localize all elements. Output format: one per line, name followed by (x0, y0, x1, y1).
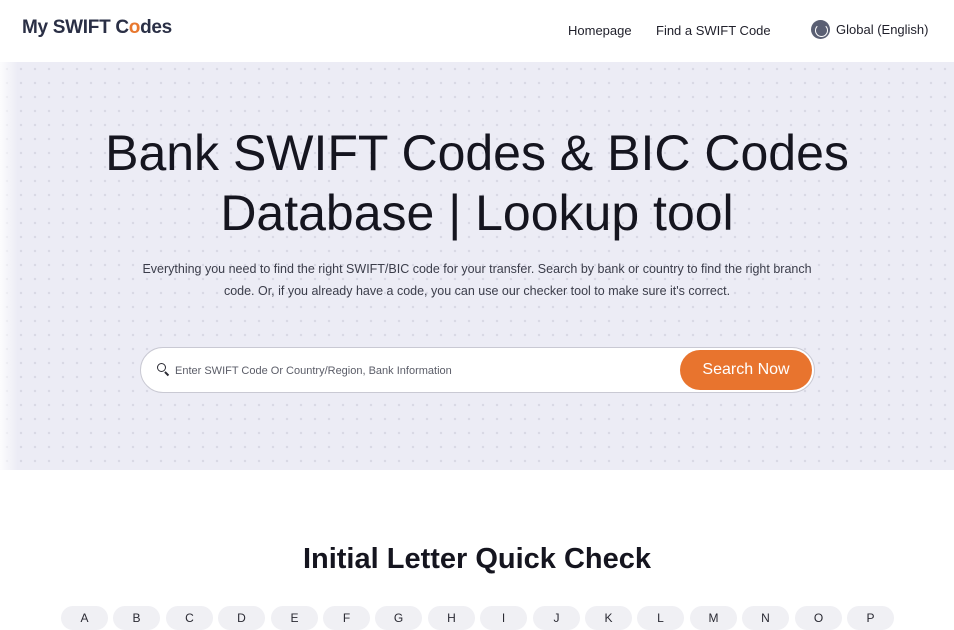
hero-title-line-1: Bank SWIFT Codes & BIC Codes (105, 125, 849, 181)
logo-accent-letter: o (128, 17, 141, 38)
language-label: Global (English) (836, 22, 929, 37)
globe-icon (811, 20, 830, 39)
letter-button-e[interactable]: E (271, 606, 318, 630)
letter-button-l[interactable]: L (637, 606, 684, 630)
letter-button-c[interactable]: C (166, 606, 213, 630)
language-selector[interactable]: Global (English) (811, 20, 929, 39)
letter-button-h[interactable]: H (428, 606, 475, 630)
nav-homepage-link[interactable]: Homepage (568, 23, 632, 38)
letter-button-i[interactable]: I (480, 606, 527, 630)
site-header: My SWIFT Codes Homepage Find a SWIFT Cod… (0, 0, 954, 62)
search-icon (157, 363, 170, 377)
quick-check-title: Initial Letter Quick Check (302, 543, 652, 575)
hero-description-line-1: Everything you need to find the right SW… (142, 262, 812, 276)
search-now-button[interactable]: Search Now (680, 350, 812, 390)
letter-button-b[interactable]: B (113, 606, 160, 630)
hero-description-line-2: code. Or, if you already have a code, yo… (223, 284, 731, 298)
letter-button-d[interactable]: D (218, 606, 265, 630)
letter-button-g[interactable]: G (375, 606, 422, 630)
letter-button-f[interactable]: F (323, 606, 370, 630)
hero-title-line-2: Database | Lookup tool (220, 185, 734, 241)
letter-button-n[interactable]: N (742, 606, 789, 630)
site-logo[interactable]: My SWIFT Codes (22, 17, 172, 39)
logo-text-start: My SWIFT C (22, 17, 129, 38)
letter-button-m[interactable]: M (690, 606, 737, 630)
letter-button-k[interactable]: K (585, 606, 632, 630)
letter-button-j[interactable]: J (533, 606, 580, 630)
letter-button-p[interactable]: P (847, 606, 894, 630)
nav-find-swift-code-link[interactable]: Find a SWIFT Code (656, 23, 771, 38)
search-input[interactable] (175, 360, 675, 382)
letter-button-a[interactable]: A (61, 606, 108, 630)
letter-button-o[interactable]: O (795, 606, 842, 630)
logo-text-end: des (140, 17, 172, 38)
